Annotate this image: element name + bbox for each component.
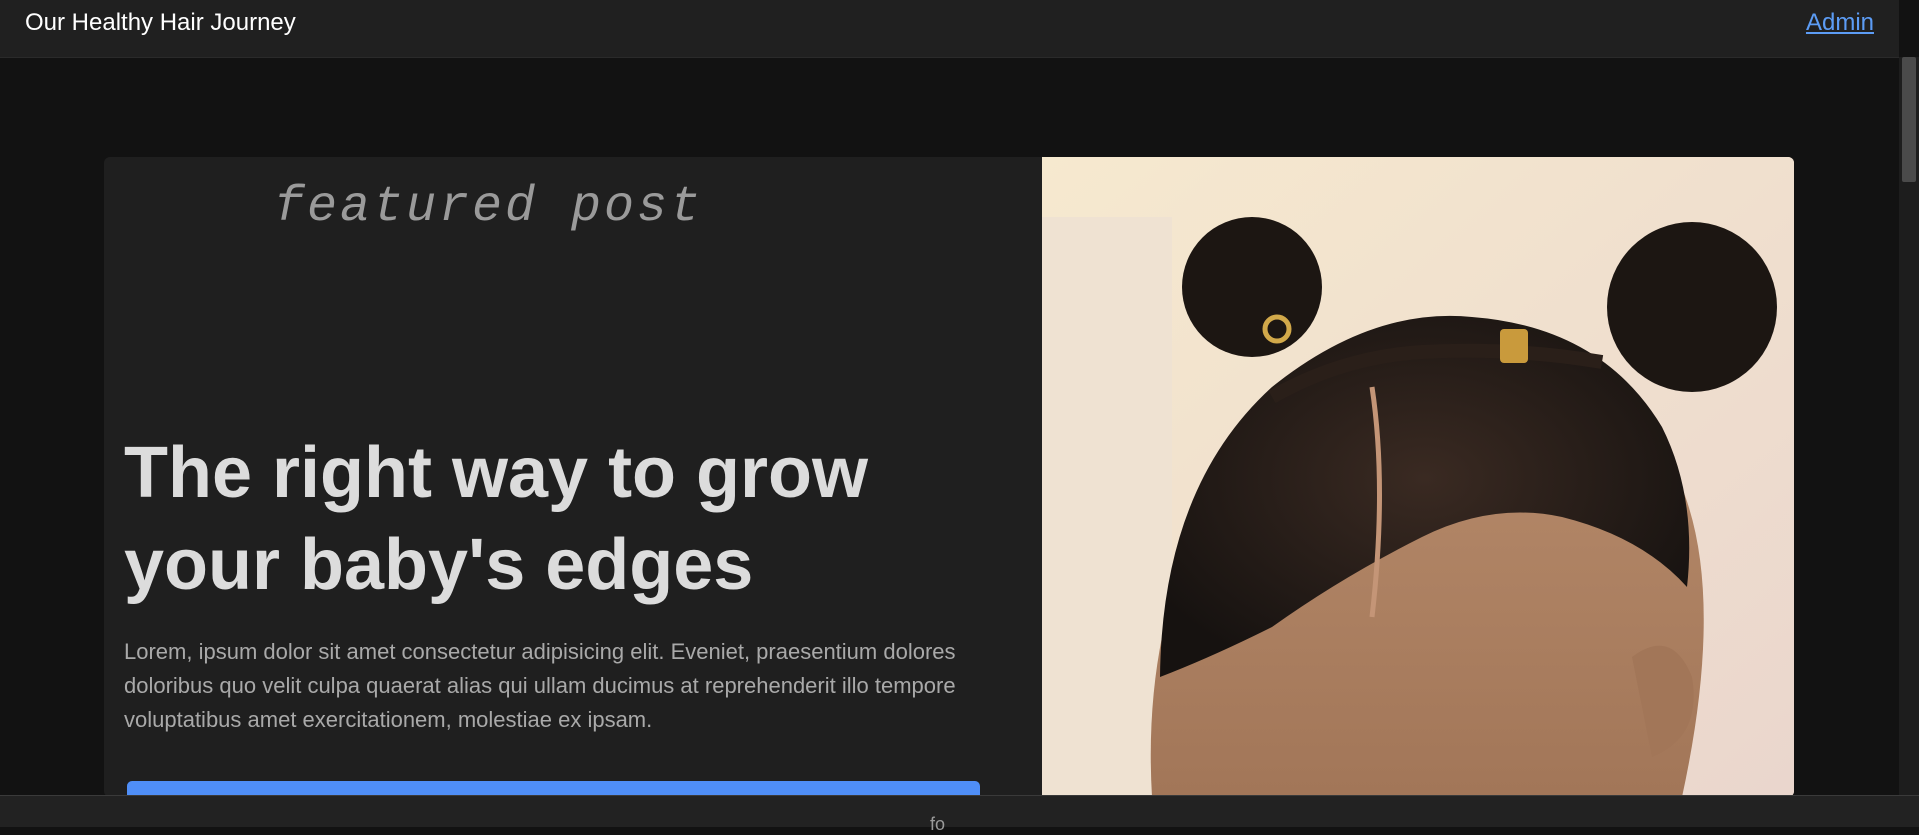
site-brand-link[interactable]: Our Healthy Hair Journey	[25, 9, 296, 37]
child-hair-photo	[1042, 157, 1794, 797]
featured-post-image	[1042, 157, 1794, 797]
scrollbar-thumb[interactable]	[1902, 57, 1916, 182]
featured-post-kicker: featured post	[274, 179, 704, 236]
footer: fo	[0, 795, 1919, 834]
admin-link[interactable]: Admin	[1806, 9, 1874, 37]
page-scrollbar[interactable]	[1899, 57, 1919, 795]
footer-text: fo	[930, 814, 946, 834]
post-title: The right way to grow your baby's edges	[124, 433, 869, 605]
post-excerpt: Lorem, ipsum dolor sit amet consectetur …	[124, 639, 956, 732]
featured-post-card: featured post The right way to grow your…	[104, 157, 1794, 797]
top-navbar: Our Healthy Hair Journey Admin	[0, 0, 1899, 58]
